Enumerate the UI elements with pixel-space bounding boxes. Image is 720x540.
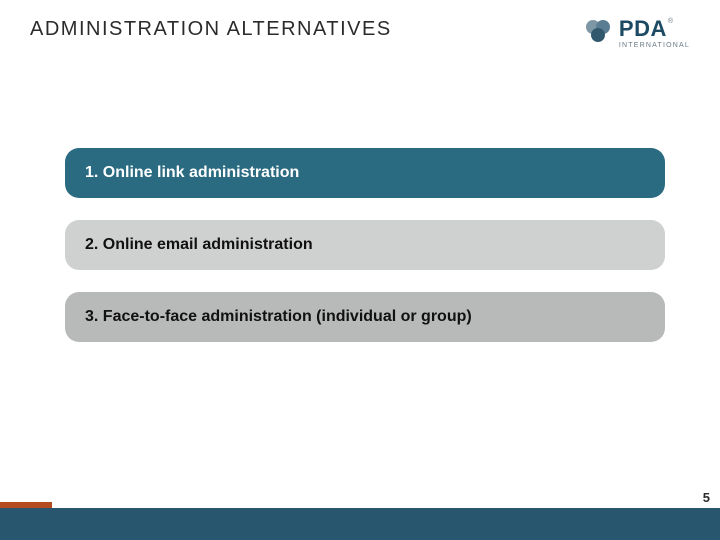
footer-bar — [0, 508, 720, 540]
page-number: 5 — [703, 490, 710, 505]
list-item-label: 2. Online email administration — [85, 236, 313, 253]
content-list: 1. Online link administration 2. Online … — [65, 148, 665, 364]
list-item: 3. Face-to-face administration (individu… — [65, 292, 665, 342]
list-item: 1. Online link administration — [65, 148, 665, 198]
logo-subtext: INTERNATIONAL — [619, 42, 690, 49]
logo-name: PDA — [619, 16, 667, 41]
registered-icon: ® — [668, 18, 673, 25]
list-item-label: 3. Face-to-face administration (individu… — [85, 308, 472, 325]
list-item: 2. Online email administration — [65, 220, 665, 270]
pda-logo-icon — [583, 18, 613, 44]
slide: ADMINISTRATION ALTERNATIVES PDA® INTERNA… — [0, 0, 720, 540]
header: ADMINISTRATION ALTERNATIVES PDA® INTERNA… — [30, 18, 690, 49]
page-title: ADMINISTRATION ALTERNATIVES — [30, 18, 392, 41]
logo: PDA® INTERNATIONAL — [583, 18, 690, 49]
list-item-label: 1. Online link administration — [85, 164, 299, 181]
logo-text: PDA® INTERNATIONAL — [619, 18, 690, 49]
